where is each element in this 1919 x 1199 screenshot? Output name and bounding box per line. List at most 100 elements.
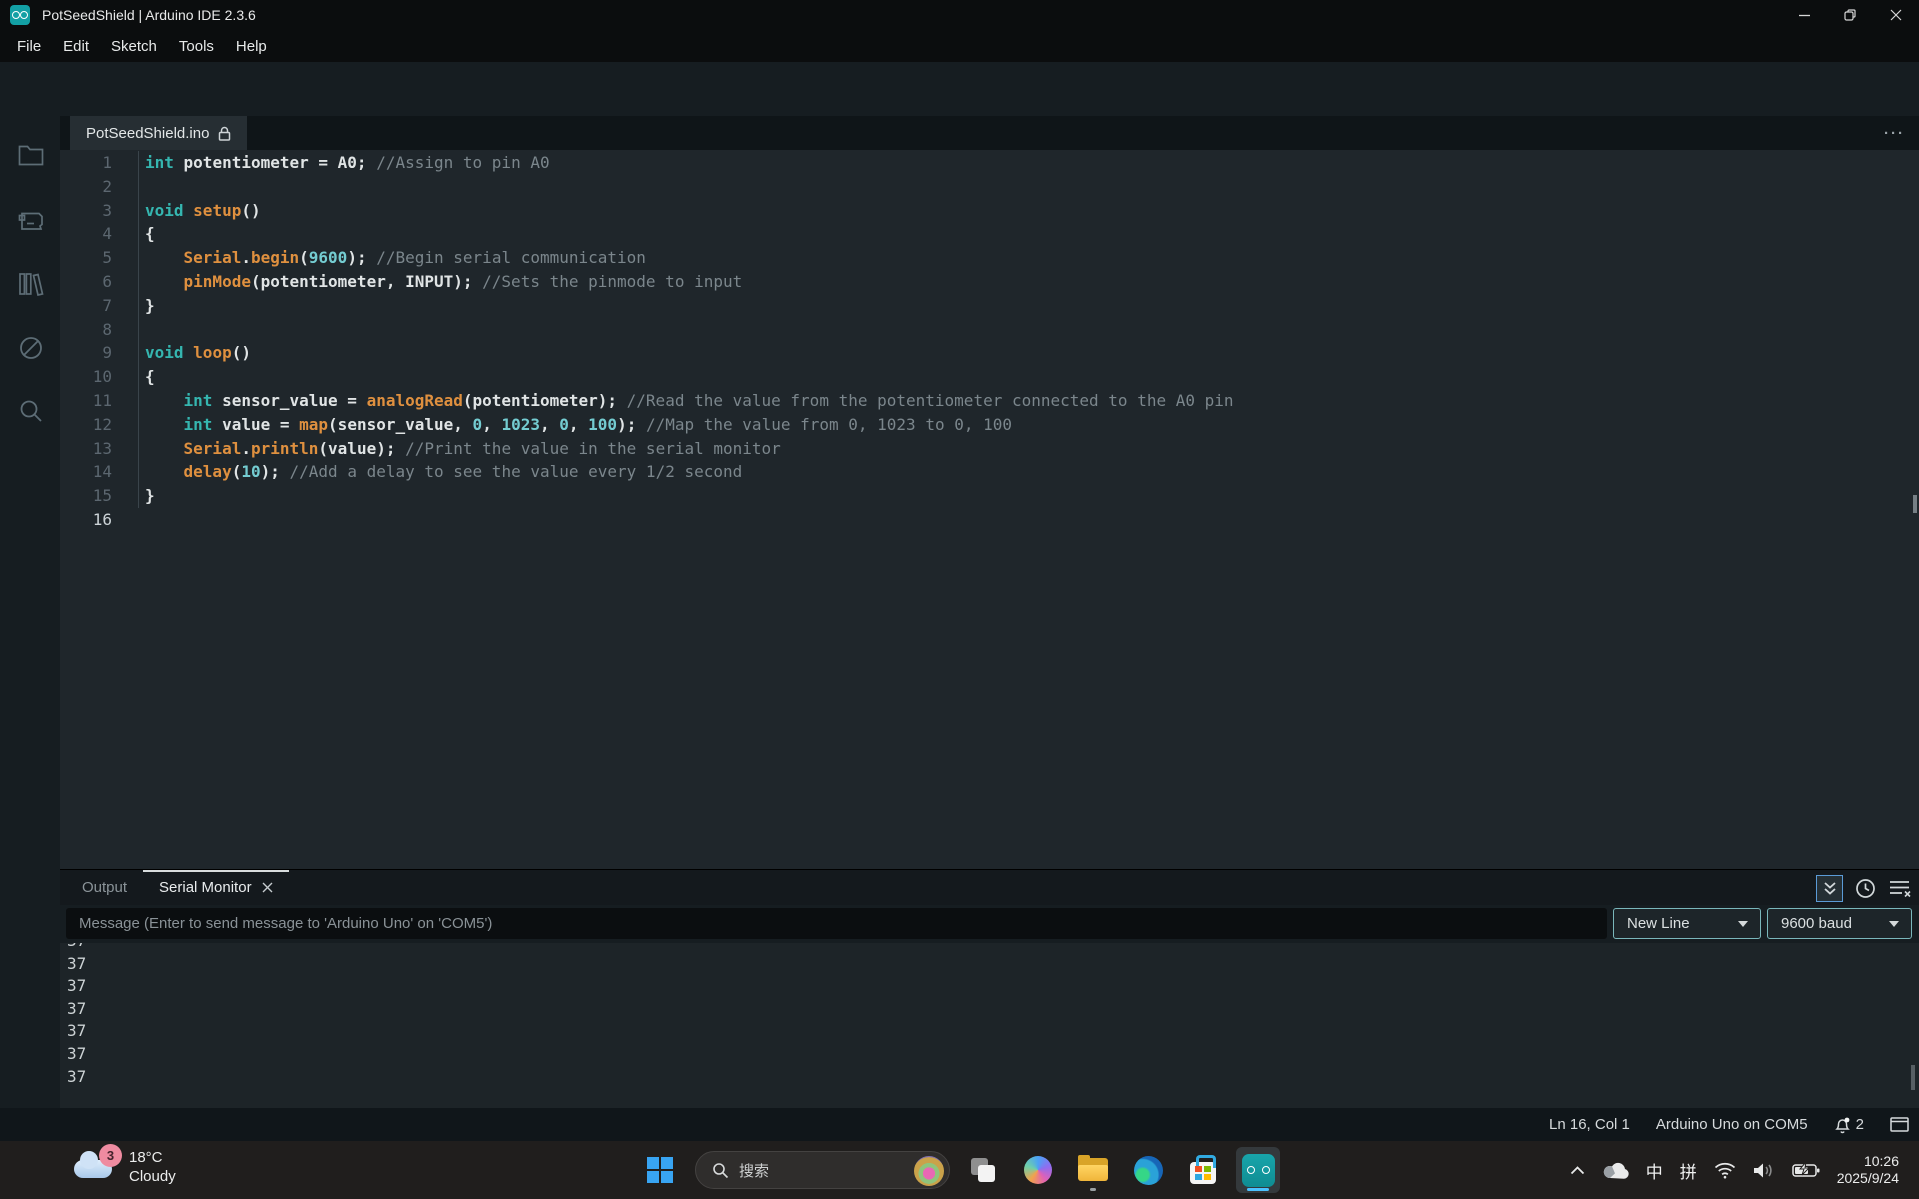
line-number: 12 (60, 413, 120, 437)
lock-icon (218, 126, 231, 141)
autoscroll-toggle[interactable] (1816, 875, 1843, 902)
restore-button[interactable] (1827, 0, 1873, 30)
search-sidebar-icon[interactable] (18, 398, 44, 424)
code-line[interactable]: 15} (60, 484, 1919, 508)
bottom-panel-tabs: Output Serial Monitor (60, 869, 1919, 905)
line-number: 13 (60, 437, 120, 461)
microsoft-store-button[interactable] (1181, 1147, 1225, 1193)
tab-output[interactable]: Output (66, 870, 143, 905)
board-port-status[interactable]: Arduino Uno on COM5 (1656, 1116, 1808, 1133)
minimize-button[interactable] (1781, 0, 1827, 30)
serial-output-line: 37 (60, 998, 1919, 1021)
code-line[interactable]: 12 int value = map(sensor_value, 0, 1023… (60, 413, 1919, 437)
code-line[interactable]: 16 (60, 508, 1919, 532)
code-line[interactable]: 13 Serial.println(value); //Print the va… (60, 437, 1919, 461)
task-view-button[interactable] (961, 1147, 1005, 1193)
running-indicator (1090, 1188, 1096, 1191)
editor-scrollbar[interactable] (1913, 495, 1917, 513)
clock[interactable]: 10:26 2025/9/24 (1837, 1153, 1899, 1187)
toggle-panel-icon[interactable] (1890, 1117, 1909, 1132)
code-line[interactable]: 6 pinMode(potentiometer, INPUT); //Sets … (60, 270, 1919, 294)
line-number: 11 (60, 389, 120, 413)
menu-tools[interactable]: Tools (168, 34, 225, 59)
code-line[interactable]: 14 delay(10); //Add a delay to see the v… (60, 460, 1919, 484)
serial-message-row: New Line 9600 baud (60, 905, 1919, 943)
tray-time: 10:26 (1837, 1153, 1899, 1170)
clear-output-icon[interactable] (1888, 879, 1911, 898)
tab-potseedshield[interactable]: PotSeedShield.ino (70, 116, 247, 150)
sketchbook-folder-icon[interactable] (18, 144, 44, 166)
line-number: 3 (60, 199, 120, 223)
code-line[interactable]: 5 Serial.begin(9600); //Begin serial com… (60, 246, 1919, 270)
debug-sidebar-icon[interactable] (18, 335, 44, 361)
serial-output-line: 37 (60, 1020, 1919, 1043)
start-button[interactable] (640, 1147, 680, 1193)
activity-sidebar (0, 116, 60, 1108)
library-manager-icon[interactable] (18, 272, 45, 296)
file-explorer-icon (1078, 1158, 1108, 1182)
arduino-ide-window: PotSeedShield | Arduino IDE 2.3.6 File E… (0, 0, 1919, 1199)
timestamp-toggle-icon[interactable] (1855, 878, 1876, 899)
close-button[interactable] (1873, 0, 1919, 30)
ime-language-indicator[interactable]: 中 (1646, 1158, 1663, 1183)
battery-icon[interactable] (1792, 1162, 1820, 1178)
ime-mode-indicator[interactable]: 拼 (1680, 1158, 1697, 1183)
taskbar-search[interactable]: 搜索 (695, 1151, 950, 1189)
status-bar: Ln 16, Col 1 Arduino Uno on COM5 2 (0, 1108, 1919, 1141)
arduino-taskbar-icon (1242, 1154, 1275, 1187)
wifi-icon[interactable] (1714, 1162, 1736, 1179)
indent-guide (138, 151, 139, 508)
onedrive-icon[interactable] (1602, 1162, 1629, 1179)
line-number: 7 (60, 294, 120, 318)
serial-message-input[interactable] (66, 908, 1607, 939)
edge-button[interactable] (1126, 1147, 1170, 1193)
task-view-icon (971, 1158, 995, 1182)
line-number: 10 (60, 365, 120, 389)
cursor-position[interactable]: Ln 16, Col 1 (1549, 1116, 1630, 1133)
tab-label: PotSeedShield.ino (86, 125, 209, 142)
close-serial-monitor-icon[interactable] (262, 882, 273, 893)
code-line[interactable]: 8 (60, 318, 1919, 342)
line-number: 5 (60, 246, 120, 270)
serial-output-line: 37 (60, 975, 1919, 998)
volume-icon[interactable] (1753, 1162, 1775, 1179)
boards-manager-icon[interactable] (18, 208, 44, 230)
code-editor[interactable]: 1int potentiometer = A0; //Assign to pin… (60, 150, 1919, 869)
system-tray: 中 拼 10:26 2025/9/24 (1570, 1141, 1919, 1199)
menu-help[interactable]: Help (225, 34, 278, 59)
code-line[interactable]: 2 (60, 175, 1919, 199)
code-line[interactable]: 3void setup() (60, 199, 1919, 223)
weather-widget[interactable]: 3 18°C Cloudy (72, 1148, 176, 1186)
line-ending-dropdown[interactable]: New Line (1613, 908, 1761, 939)
copilot-icon (1024, 1156, 1052, 1184)
file-explorer-button[interactable] (1071, 1147, 1115, 1193)
tab-bar-more-button[interactable]: ··· (1884, 125, 1905, 142)
code-line[interactable]: 10{ (60, 365, 1919, 389)
serial-output-line: 37 (60, 943, 1919, 953)
code-line[interactable]: 7} (60, 294, 1919, 318)
tab-serial-monitor[interactable]: Serial Monitor (143, 870, 289, 905)
line-number: 8 (60, 318, 120, 342)
code-line[interactable]: 4{ (60, 222, 1919, 246)
code-line[interactable]: 11 int sensor_value = analogRead(potenti… (60, 389, 1919, 413)
arduino-ide-taskbar-button[interactable] (1236, 1147, 1280, 1193)
notifications[interactable]: 2 (1834, 1116, 1864, 1134)
baud-rate-dropdown[interactable]: 9600 baud (1767, 908, 1912, 939)
menu-file[interactable]: File (6, 34, 52, 59)
menu-sketch[interactable]: Sketch (100, 34, 168, 59)
serial-output-scrollbar[interactable] (1911, 1065, 1915, 1090)
code-line[interactable]: 9void loop() (60, 341, 1919, 365)
hidden-icons-chevron[interactable] (1570, 1166, 1585, 1175)
double-chevron-down-icon (1823, 881, 1837, 896)
serial-output-line: 37 (60, 1066, 1919, 1089)
copilot-button[interactable] (1016, 1147, 1060, 1193)
code-line[interactable]: 1int potentiometer = A0; //Assign to pin… (60, 151, 1919, 175)
microsoft-store-icon (1190, 1162, 1216, 1184)
menu-edit[interactable]: Edit (52, 34, 100, 59)
window-title: PotSeedShield | Arduino IDE 2.3.6 (42, 7, 256, 23)
weather-condition: Cloudy (129, 1167, 176, 1186)
serial-output-line: 37 (60, 953, 1919, 976)
editor-tab-bar: PotSeedShield.ino ··· (60, 116, 1919, 150)
serial-output[interactable]: 37373737373737 (60, 943, 1919, 1108)
search-highlight-image (914, 1156, 944, 1186)
